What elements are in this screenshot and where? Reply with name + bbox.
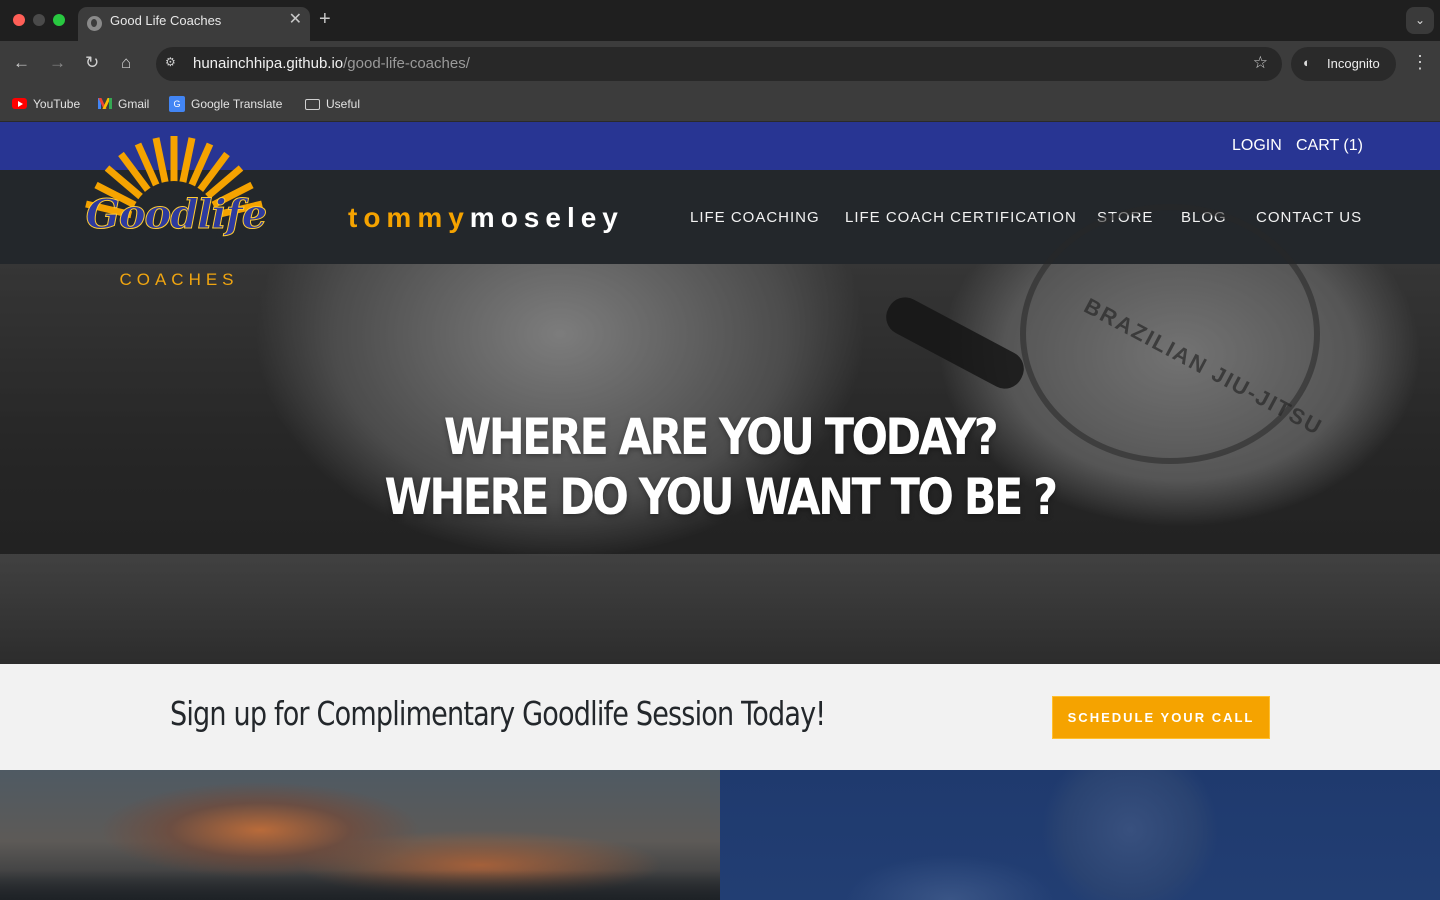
globe-icon [87,16,102,31]
nav-contact-us[interactable]: CONTACT US [1256,209,1362,227]
reload-icon[interactable]: ↻ [85,53,99,73]
cart-link[interactable]: CART (1) [1296,136,1363,156]
hero-background-belt [879,291,1031,395]
browser-tab[interactable]: Good Life Coaches ✕ [78,7,310,41]
schedule-call-button[interactable]: SCHEDULE YOUR CALL [1052,696,1270,739]
address-bar[interactable]: ⚙ hunainchhipa.github.io/good-life-coach… [156,47,1282,81]
goodlife-coaches-logo[interactable]: Goodlife COACHES [74,130,274,289]
browser-menu-icon[interactable]: ⋮ [1411,52,1429,73]
logo-subtitle: COACHES [119,270,239,289]
gmail-icon [98,98,112,109]
back-arrow-icon[interactable]: ← [13,53,30,73]
bookmark-google-translate[interactable]: G Google Translate [169,96,282,112]
webpage: LOGIN CART (1) Goodlife COACHES tommymos… [0,122,1440,900]
login-link[interactable]: LOGIN [1232,136,1282,156]
incognito-icon: ◐ [1303,55,1311,70]
url-text[interactable]: hunainchhipa.github.io/good-life-coaches… [193,55,470,73]
close-tab-icon[interactable]: ✕ [289,11,302,29]
browser-toolbar: ← → ↻ ⌂ ⚙ hunainchhipa.github.io/good-li… [0,41,1440,86]
bookmark-star-icon[interactable]: ☆ [1253,53,1268,73]
hero-heading-line-2: WHERE DO YOU WANT TO BE ? [384,468,1058,526]
incognito-badge[interactable]: ◐ Incognito [1291,47,1396,81]
url-path: /good-life-coaches/ [343,55,470,72]
brand-last-name: moseley [469,202,624,233]
signup-banner: Sign up for Complimentary Goodlife Sessi… [0,664,1440,770]
bookmarks-bar: YouTube Gmail G Google Translate Useful [0,86,1440,122]
sunset-image-panel[interactable] [0,770,720,900]
window-maximize-button[interactable] [53,14,65,26]
site-info-icon[interactable]: ⚙ [165,55,183,73]
logo-wordmark: Goodlife [85,191,268,238]
hero-background-mat [0,554,1440,664]
incognito-label: Incognito [1327,56,1380,71]
url-host: hunainchhipa.github.io [193,55,344,72]
tab-title: Good Life Coaches [110,13,222,28]
bookmark-label: Gmail [118,97,150,111]
bookmark-youtube[interactable]: YouTube [12,96,80,112]
window-close-button[interactable] [13,14,25,26]
bookmark-gmail[interactable]: Gmail [98,96,149,112]
youtube-icon [12,98,27,109]
bookmark-label: Google Translate [191,97,283,111]
family-image-panel[interactable] [720,770,1440,900]
forward-arrow-icon[interactable]: → [49,53,66,73]
window-minimize-button[interactable] [33,14,45,26]
hero-heading-line-1: WHERE ARE YOU TODAY? [443,408,999,466]
bookmark-label: Useful [326,97,361,111]
brand-first-name: tommy [348,202,470,233]
hero-banner: BRAZILIAN JIU-JITSU WHERE ARE YOU TODAY?… [0,204,1440,664]
new-tab-icon[interactable]: + [319,8,331,30]
bookmark-folder-useful[interactable]: Useful [305,96,360,112]
brand-name[interactable]: tommymoseley [348,202,624,234]
browser-tab-bar: Good Life Coaches ✕ + ⌄ [0,0,1440,41]
tab-search-chevron-icon[interactable]: ⌄ [1406,7,1434,34]
nav-life-coach-certification[interactable]: LIFE COACH CERTIFICATION [845,209,1077,227]
home-icon[interactable]: ⌂ [121,53,131,73]
google-translate-icon: G [169,96,185,112]
folder-icon [305,99,320,110]
signup-heading: Sign up for Complimentary Goodlife Sessi… [170,694,826,733]
nav-life-coaching[interactable]: LIFE COACHING [690,209,820,227]
bookmark-label: YouTube [33,97,81,111]
